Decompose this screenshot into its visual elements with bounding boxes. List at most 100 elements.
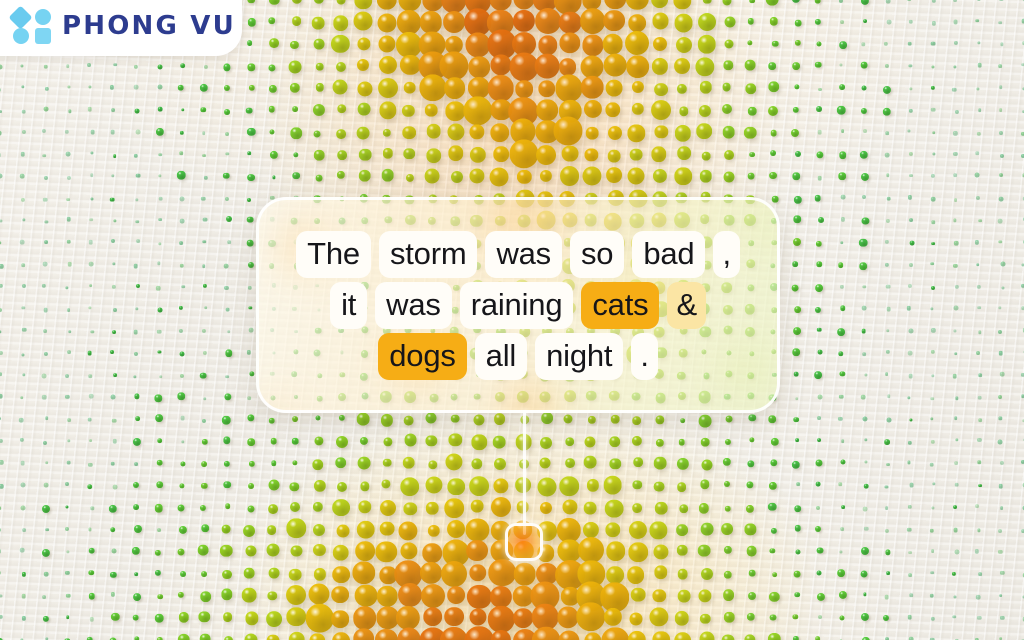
grid-dot bbox=[652, 12, 669, 30]
grid-dot bbox=[930, 616, 936, 621]
grid-dot bbox=[976, 0, 982, 1]
word-chip[interactable]: & bbox=[667, 281, 706, 329]
grid-dot bbox=[22, 130, 27, 135]
grid-dot bbox=[44, 86, 49, 92]
grid-dot bbox=[222, 416, 231, 425]
grid-dot bbox=[246, 127, 256, 136]
grid-dot bbox=[199, 633, 211, 640]
grid-dot bbox=[975, 350, 980, 355]
grid-dot bbox=[108, 504, 117, 513]
grid-dot bbox=[559, 32, 581, 54]
grid-dot bbox=[132, 504, 139, 510]
word-chip[interactable]: The bbox=[296, 230, 371, 278]
grid-dot bbox=[816, 151, 824, 159]
grid-dot bbox=[952, 374, 957, 379]
grid-dot bbox=[954, 549, 960, 555]
grid-dot bbox=[20, 64, 24, 68]
sentence-line: The storm was so bad, bbox=[296, 230, 740, 278]
word-chip[interactable]: was bbox=[375, 281, 452, 329]
grid-dot bbox=[268, 417, 275, 424]
grid-dot bbox=[817, 416, 822, 421]
grid-dot bbox=[1000, 261, 1006, 267]
grid-dot bbox=[627, 167, 645, 185]
grid-dot bbox=[839, 550, 843, 554]
grid-dot bbox=[157, 350, 162, 354]
grid-dot bbox=[111, 239, 116, 244]
grid-dot bbox=[838, 416, 843, 421]
word-chip[interactable]: raining bbox=[459, 281, 574, 329]
grid-dot bbox=[158, 196, 164, 201]
grid-dot bbox=[249, 371, 255, 377]
grid-dot bbox=[699, 503, 710, 514]
grid-dot bbox=[134, 462, 138, 467]
grid-dot bbox=[428, 460, 438, 470]
grid-dot bbox=[816, 592, 825, 601]
word-chip[interactable]: it bbox=[330, 281, 368, 329]
word-chip[interactable]: so bbox=[569, 230, 625, 278]
grid-dot bbox=[44, 482, 49, 488]
word-chip[interactable]: storm bbox=[378, 230, 478, 278]
grid-dot bbox=[953, 306, 959, 311]
grid-dot bbox=[975, 240, 980, 245]
grid-dot bbox=[266, 543, 280, 557]
grid-dot bbox=[44, 461, 49, 465]
word-chip[interactable]: dogs bbox=[378, 332, 467, 380]
grid-dot bbox=[535, 145, 556, 166]
grid-dot bbox=[291, 415, 298, 422]
grid-dot bbox=[402, 456, 416, 470]
grid-dot bbox=[111, 262, 116, 266]
grid-dot bbox=[952, 615, 957, 619]
grid-dot bbox=[974, 172, 980, 178]
grid-dot bbox=[932, 482, 936, 486]
grid-dot bbox=[156, 459, 163, 466]
grid-dot bbox=[132, 593, 141, 602]
grid-dot bbox=[247, 151, 251, 156]
word-chip[interactable]: cats bbox=[581, 281, 660, 329]
grid-dot bbox=[88, 527, 92, 531]
grid-dot bbox=[19, 239, 25, 245]
word-chip[interactable]: bad bbox=[632, 230, 706, 278]
grid-dot bbox=[676, 481, 687, 492]
grid-dot bbox=[66, 64, 70, 69]
grid-dot bbox=[931, 439, 936, 445]
grid-dot bbox=[332, 632, 350, 640]
grid-dot bbox=[87, 417, 93, 422]
focus-marker[interactable] bbox=[505, 523, 543, 561]
grid-dot bbox=[336, 170, 345, 180]
grid-dot bbox=[66, 593, 71, 598]
grid-dot bbox=[772, 40, 779, 48]
grid-dot bbox=[907, 440, 912, 445]
grid-dot bbox=[244, 633, 258, 640]
grid-dot bbox=[471, 458, 483, 470]
grid-dot bbox=[861, 612, 870, 621]
word-chip[interactable]: night bbox=[535, 332, 624, 380]
grid-dot bbox=[861, 217, 870, 225]
grid-dot bbox=[977, 615, 982, 620]
grid-dot bbox=[45, 528, 49, 532]
word-chip[interactable]: was bbox=[485, 230, 562, 278]
grid-dot bbox=[747, 107, 757, 116]
grid-dot bbox=[747, 172, 755, 180]
grid-dot bbox=[292, 437, 299, 445]
grid-dot bbox=[203, 175, 208, 180]
grid-dot bbox=[134, 393, 140, 399]
brand-logo-panel[interactable]: PHONG VU bbox=[0, 0, 242, 56]
grid-dot bbox=[227, 330, 231, 334]
grid-dot bbox=[489, 123, 510, 143]
grid-dot bbox=[180, 461, 186, 467]
grid-dot bbox=[702, 0, 712, 5]
word-chip[interactable]: all bbox=[474, 332, 528, 380]
sentence-card: The storm was so bad, it was raining cats & dogs al… bbox=[256, 197, 780, 413]
word-chip[interactable]: , bbox=[713, 230, 740, 278]
grid-dot bbox=[955, 396, 959, 400]
grid-dot bbox=[953, 19, 959, 25]
grid-dot bbox=[997, 439, 1003, 445]
grid-dot bbox=[134, 635, 140, 640]
grid-dot bbox=[699, 81, 713, 94]
grid-dot bbox=[314, 436, 324, 446]
grid-dot bbox=[677, 568, 688, 580]
word-chip[interactable]: . bbox=[631, 332, 658, 380]
grid-dot bbox=[882, 85, 891, 94]
grid-dot bbox=[0, 173, 3, 179]
grid-dot bbox=[464, 626, 495, 640]
